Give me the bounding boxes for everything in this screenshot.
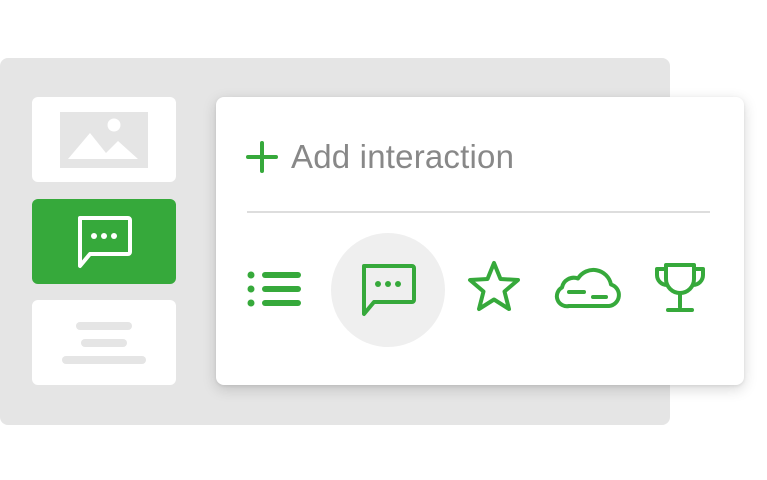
image-icon [60,111,148,168]
add-interaction-label: Add interaction [291,138,515,175]
bulleted-list-icon [247,271,301,307]
sidebar-item-text[interactable] [32,300,176,385]
chat-bubble-icon [362,264,416,316]
text-placeholder-line [76,321,132,330]
sidebar-item-image[interactable] [32,97,176,182]
interaction-type-list[interactable] [247,269,303,309]
interaction-type-cloud[interactable] [553,262,623,312]
interaction-type-trophy[interactable] [652,261,708,315]
add-interaction-button[interactable]: Add interaction [246,135,514,179]
interaction-type-rating[interactable] [465,259,523,315]
sidebar-item-interaction[interactable] [32,199,176,284]
plus-icon [246,141,278,173]
trophy-icon [655,263,705,312]
cloud-icon [554,268,621,309]
text-placeholder-line [62,355,146,364]
chat-bubble-icon [78,215,132,268]
divider [247,211,710,213]
add-interaction-popup: Add interaction [216,97,744,385]
star-icon [468,261,520,311]
interaction-type-comment[interactable] [331,233,445,347]
text-placeholder-line [81,338,127,347]
